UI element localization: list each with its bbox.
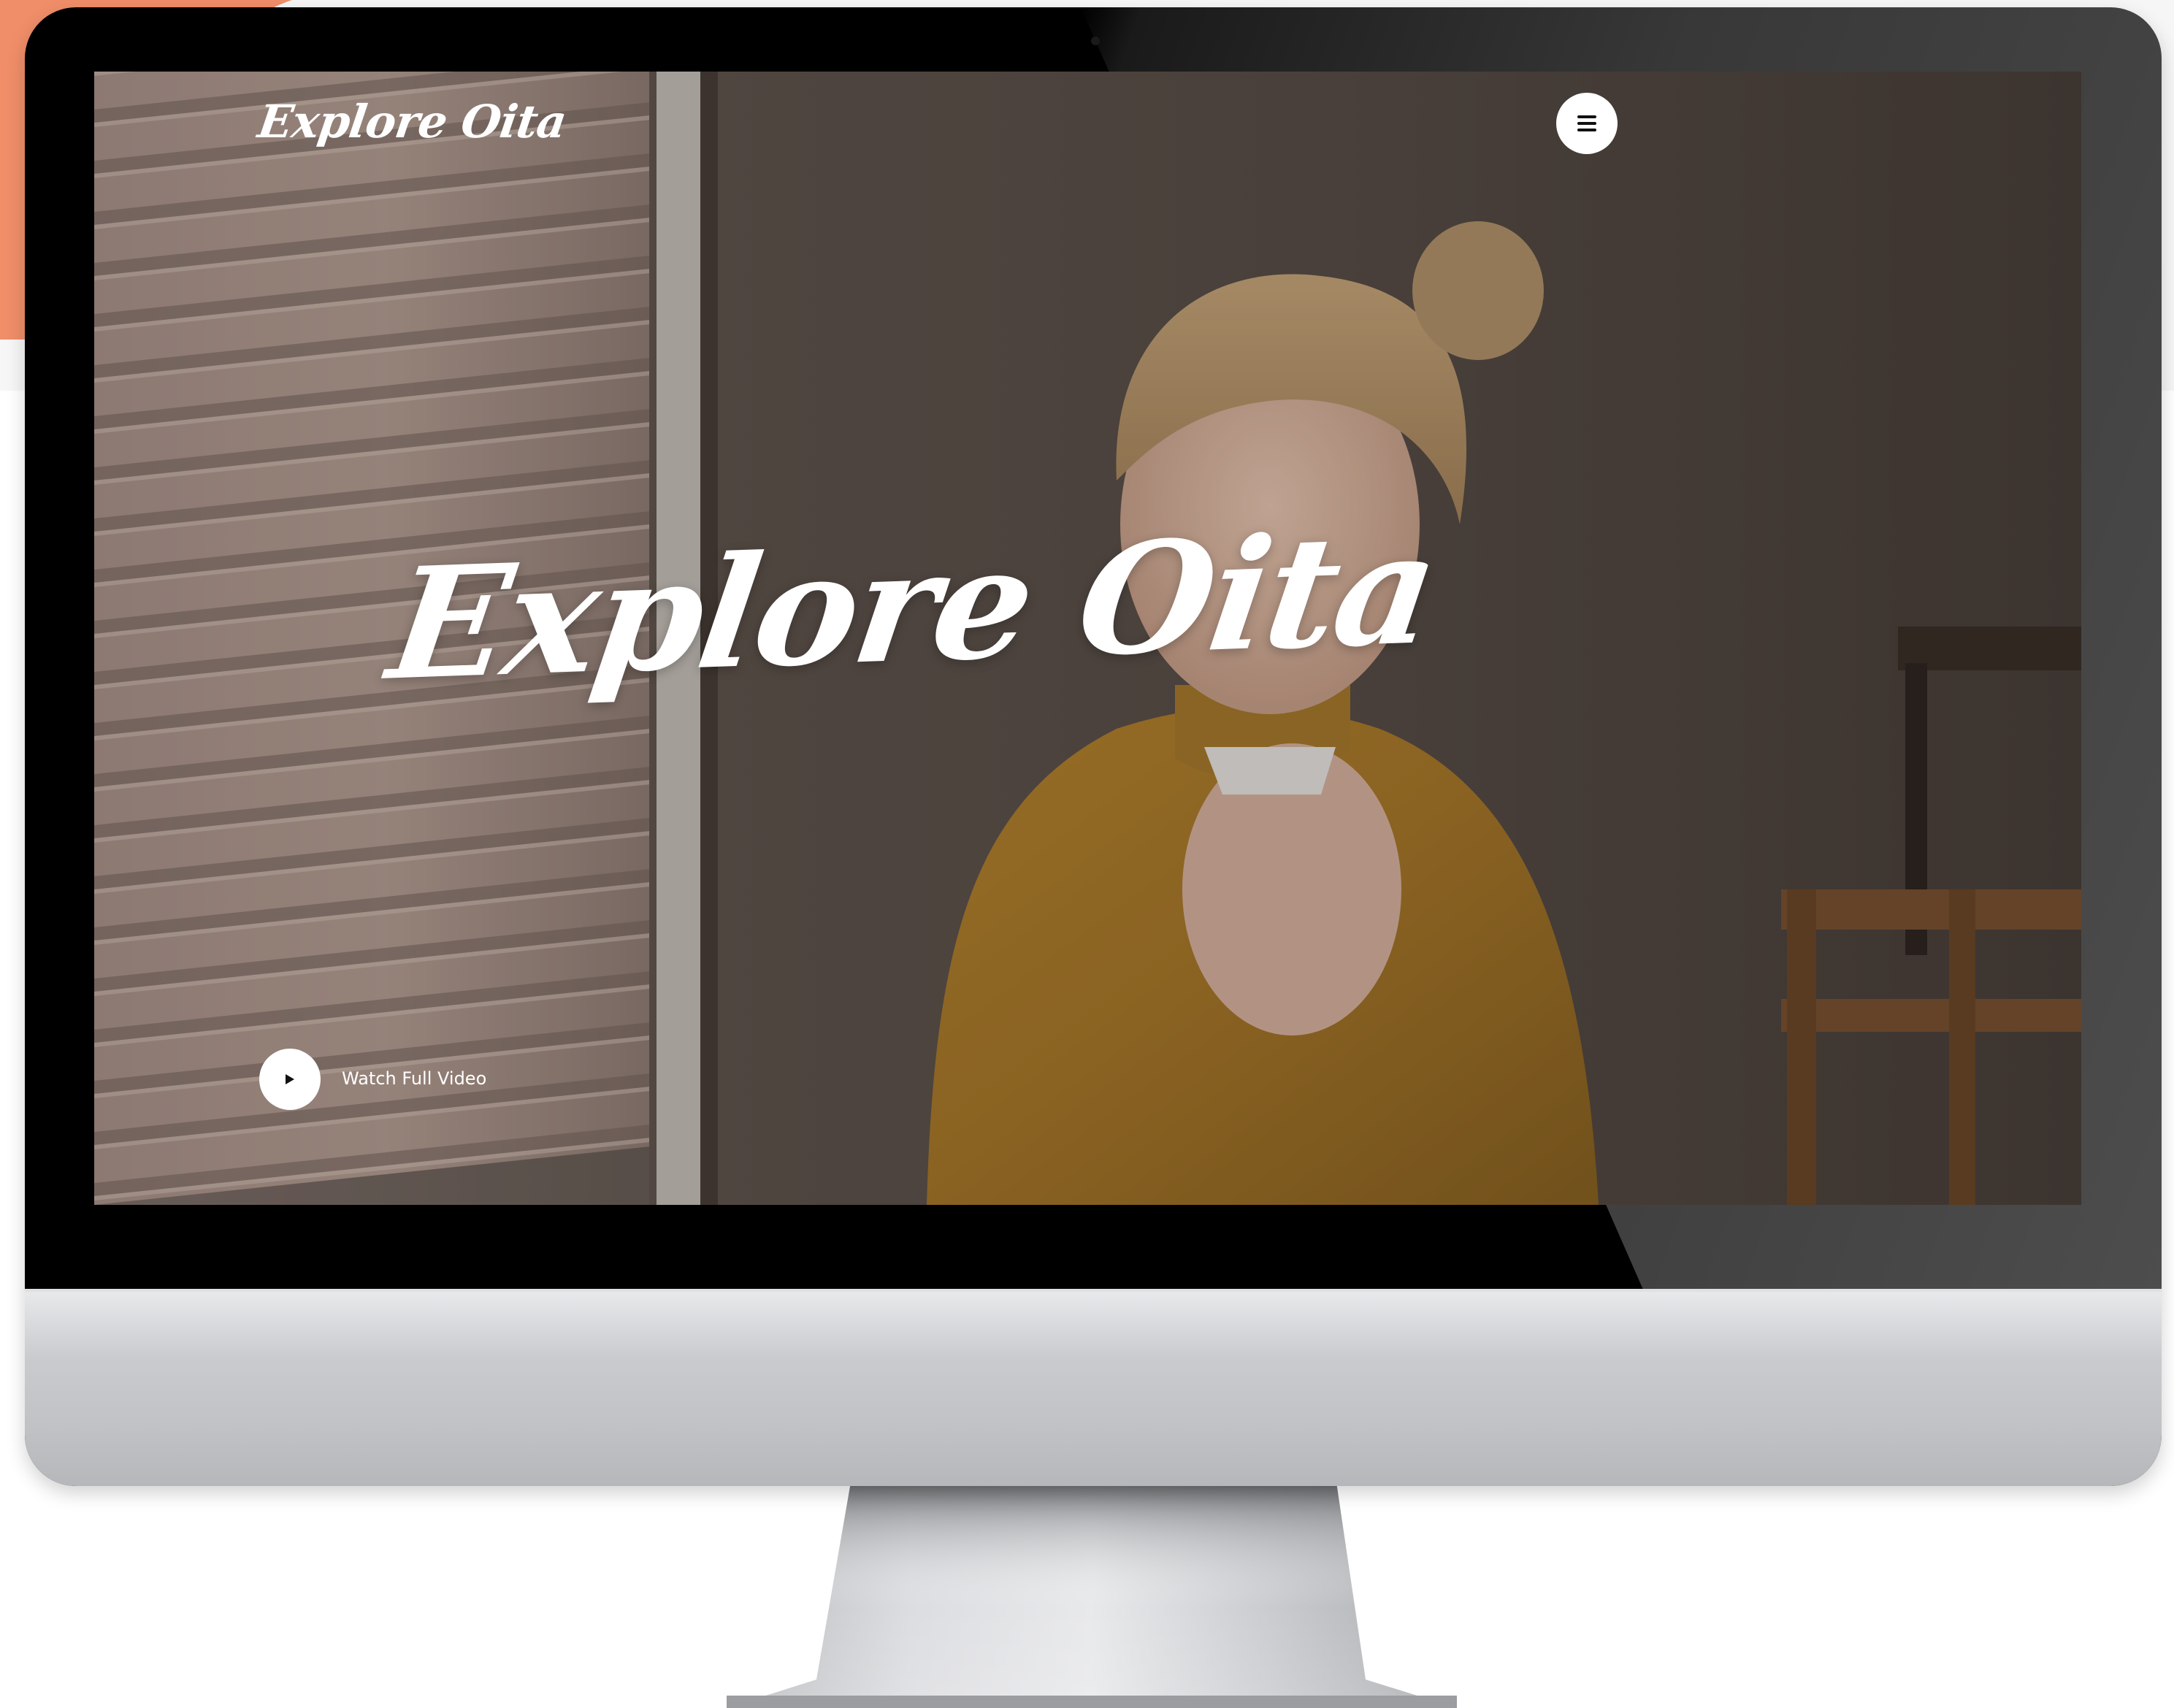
camera-icon (1091, 37, 1100, 45)
chin-divider (25, 1289, 2162, 1292)
play-icon (286, 1074, 294, 1084)
site-logo[interactable]: Explore Oita (255, 95, 570, 148)
play-video-button[interactable] (259, 1049, 321, 1110)
monitor-chin (25, 1289, 2162, 1486)
website-screen: Explore Oita Explore Oita Watch Full Vid… (94, 72, 2081, 1205)
page: Explore Oita Explore Oita Watch Full Vid… (0, 0, 2174, 1708)
watch-full-video-link[interactable]: Watch Full Video (342, 1065, 486, 1092)
menu-button[interactable] (1556, 93, 1618, 154)
hamburger-menu-icon (1577, 115, 1596, 131)
